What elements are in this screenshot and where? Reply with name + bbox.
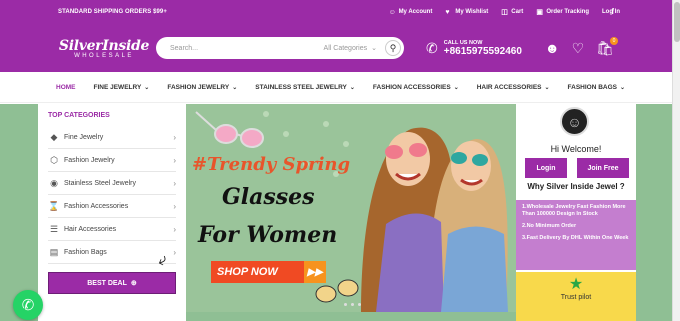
category-fashion-accessories[interactable]: ⌛ Fashion Accessories › <box>48 195 176 218</box>
welcome-greeting: Hi Welcome! <box>550 144 602 154</box>
slider-dots[interactable] <box>344 303 361 306</box>
page: STANDARD SHIPPING ORDERS $99+ ☺ My Accoun… <box>0 0 672 321</box>
banner-headline-1: #Trendy Spring <box>192 154 351 175</box>
reasons-list: 1.Wholesale Jewelry Fast Fashion More Th… <box>516 200 636 270</box>
search-bar: Search... All Categories ⌄ ⚲ <box>156 37 404 59</box>
chevron-down-icon: ⌄ <box>620 84 626 91</box>
phone-number[interactable]: +8615975592460 <box>444 46 522 57</box>
whatsapp-button[interactable]: ✆ <box>13 290 43 320</box>
shipping-notice: STANDARD SHIPPING ORDERS $99+ <box>58 9 167 15</box>
banner-headline-2: Glasses <box>222 184 315 210</box>
slider-dot[interactable] <box>358 303 361 306</box>
top-categories-panel: TOP CATEGORIES ◆ Fine Jewelry › ⬡ Fashion J… <box>38 104 186 321</box>
nav-stainless-steel-jewelry[interactable]: STAINLESS STEEL JEWELRY ⌄ <box>255 84 355 91</box>
chevron-down-icon: ⌄ <box>144 84 150 91</box>
cart-count-badge: 0 <box>610 36 618 45</box>
main-area: TOP CATEGORIES ◆ Fine Jewelry › ⬡ Fashion J… <box>0 104 672 321</box>
whatsapp-icon: ✆ <box>21 297 35 314</box>
chevron-right-icon: › <box>173 224 176 234</box>
category-fine-jewelry[interactable]: ◆ Fine Jewelry › <box>48 126 176 149</box>
category-hair-accessories[interactable]: ☰ Hair Accessories › <box>48 218 176 241</box>
chevron-right-icon: › <box>173 155 176 165</box>
header: SilverInside WHOLESALE Search... All Cat… <box>0 24 672 72</box>
why-title: Why Silver Inside Jewel ? <box>527 182 625 191</box>
nav-home[interactable]: HOME <box>56 84 76 91</box>
hero-banner[interactable]: #Trendy Spring Glasses For Women SHOP NO… <box>186 104 516 312</box>
facebook-icon[interactable]: f <box>611 7 614 16</box>
hourglass-icon: ⌛ <box>48 200 60 211</box>
main-nav: HOME FINE JEWELRY ⌄ FASHION JEWELRY ⌄ STAI… <box>0 72 672 103</box>
ring-icon: ◉ <box>50 177 58 188</box>
banner-headline-3: For Women <box>198 222 338 248</box>
chevron-down-icon: ⌄ <box>232 84 238 91</box>
nav-fashion-accessories[interactable]: FASHION ACCESSORIES ⌄ <box>373 84 459 91</box>
category-select[interactable]: All Categories ⌄ <box>324 44 385 53</box>
heart-icon: ♥ <box>445 8 450 16</box>
nav-fashion-bags[interactable]: FASHION BAGS ⌄ <box>568 84 626 91</box>
chevron-right-icon: › <box>173 201 176 211</box>
wishlist-icon[interactable]: ♡ <box>572 40 585 57</box>
reason-item: 3.Fast Delivery By DHL Within One Week <box>522 235 629 241</box>
welcome-panel: ☺ Hi Welcome! Login Join Free Why Silver… <box>516 104 636 321</box>
best-deal-button[interactable]: BEST DEAL ⊕ <box>48 272 176 294</box>
logo[interactable]: SilverInside WHOLESALE <box>58 38 150 59</box>
chevron-down-icon: ⌄ <box>453 84 459 91</box>
search-button[interactable]: ⚲ <box>385 40 401 56</box>
slider-dot[interactable] <box>351 303 354 306</box>
sunglasses-gold-icon <box>315 279 359 303</box>
chevron-down-icon: ⌄ <box>349 84 355 91</box>
account-icon[interactable]: ☻ <box>545 40 560 56</box>
diamond-icon: ◆ <box>50 131 58 142</box>
header-icons: ☻ ♡ 🛍 0 <box>545 36 618 57</box>
sunglasses-pink-icon <box>195 111 264 148</box>
hexagon-icon: ⬡ <box>50 154 58 165</box>
cart-icon: ◫ <box>501 8 508 16</box>
cart-link[interactable]: ◫ Cart <box>501 9 523 16</box>
category-stainless-steel-jewelry[interactable]: ◉ Stainless Steel Jewelry › <box>48 172 176 195</box>
bag-icon: ▤ <box>49 246 59 257</box>
avatar: ☺ <box>560 107 589 136</box>
slider-dot[interactable] <box>344 303 347 306</box>
trustpilot-widget[interactable]: ★ Trust pilot <box>516 272 636 321</box>
call-us: ✆ CALL US NOW +8615975592460 <box>426 39 522 57</box>
nav-hair-accessories[interactable]: HAIR ACCESSORIES ⌄ <box>477 84 550 91</box>
scrollbar[interactable] <box>672 0 680 321</box>
cart-icon[interactable]: 🛍 0 <box>596 36 618 57</box>
truck-icon: ▣ <box>536 8 543 16</box>
chevron-down-icon: ⌄ <box>371 45 377 52</box>
chevron-right-icon: › <box>173 132 176 142</box>
nav-fine-jewelry[interactable]: FINE JEWELRY ⌄ <box>94 84 150 91</box>
scrollbar-thumb[interactable] <box>674 2 680 42</box>
shop-now-button[interactable]: SHOP NOW ▶▶ <box>211 261 326 283</box>
chevron-right-icon: › <box>173 178 176 188</box>
chevron-down-icon: ⌄ <box>544 84 550 91</box>
models-photo <box>361 127 508 312</box>
categories-title: TOP CATEGORIES <box>48 111 110 119</box>
fast-forward-icon: ▶▶ <box>304 261 326 283</box>
user-icon: ☺ <box>388 8 396 16</box>
search-input[interactable]: Search... <box>170 45 324 52</box>
comb-icon: ☰ <box>49 223 59 234</box>
circle-plus-icon: ⊕ <box>130 280 137 287</box>
login-button[interactable]: Login <box>525 158 567 178</box>
top-links: ☺ My Account ♥ My Wishlist ◫ Cart ▣ Order Tr… <box>389 9 620 16</box>
category-fashion-jewelry[interactable]: ⬡ Fashion Jewelry › <box>48 149 176 172</box>
my-wishlist-link[interactable]: ♥ My Wishlist <box>445 9 488 16</box>
chevron-right-icon: › <box>173 247 176 257</box>
phone-icon: ✆ <box>426 39 438 56</box>
star-icon: ★ <box>568 276 584 293</box>
top-bar: STANDARD SHIPPING ORDERS $99+ ☺ My Accoun… <box>0 0 672 24</box>
search-icon: ⚲ <box>389 42 397 53</box>
my-account-link[interactable]: ☺ My Account <box>389 9 433 16</box>
auth-buttons: Login Join Free <box>525 158 629 178</box>
order-tracking-link[interactable]: ▣ Order Tracking <box>536 9 589 16</box>
nav-fashion-jewelry[interactable]: FASHION JEWELRY ⌄ <box>167 84 237 91</box>
reason-item: 1.Wholesale Jewelry Fast Fashion More Th… <box>522 204 626 217</box>
join-free-button[interactable]: Join Free <box>577 158 629 178</box>
reason-item: 2.No Minimum Order <box>522 223 577 229</box>
